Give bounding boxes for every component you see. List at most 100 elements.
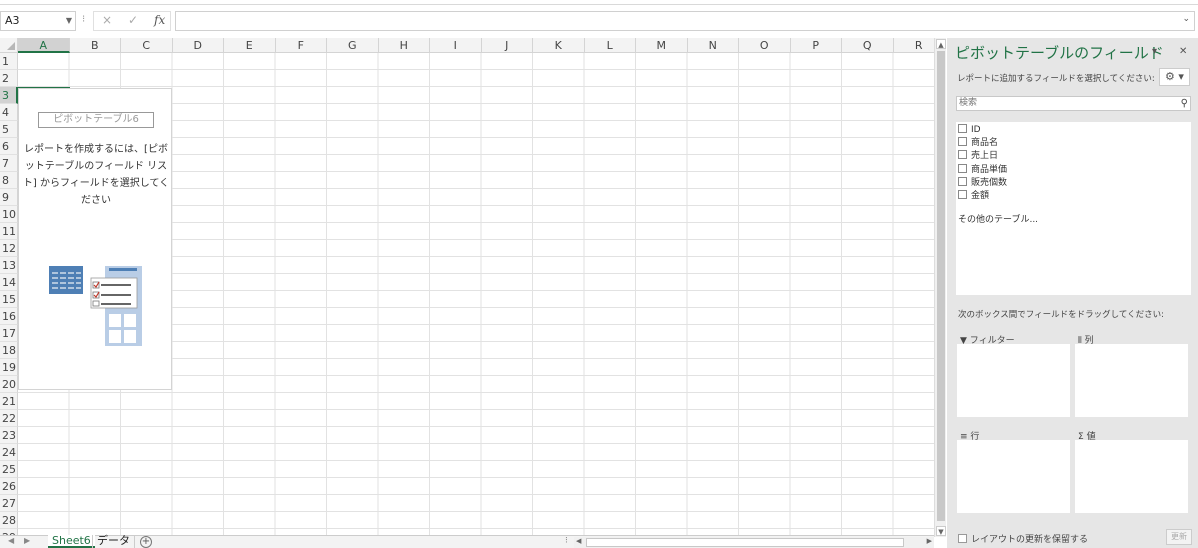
filters-area[interactable]: ▼ フィルター [957,330,1070,420]
expand-formula-bar-icon[interactable]: ⌄ [1182,14,1190,24]
checkbox[interactable] [958,177,967,186]
row-header-11[interactable]: 11 [0,223,18,240]
row-header-20[interactable]: 20 [0,376,18,393]
row-header-10[interactable]: 10 [0,206,18,223]
field-search-input[interactable]: 検索 ⚲ [956,96,1191,111]
column-header-g[interactable]: G [327,38,379,53]
vertical-scrollbar[interactable]: ▲ ▼ [934,38,946,537]
field-item[interactable]: 商品名 [958,137,998,149]
row-header-3[interactable]: 3 [0,87,18,104]
checkbox[interactable] [958,164,967,173]
rows-drop-zone[interactable] [957,440,1070,513]
column-header-n[interactable]: N [687,38,739,53]
tab-scroll-left-icon[interactable]: ◀ [8,536,14,545]
rows-area[interactable]: ≡ 行 [957,426,1070,516]
field-item[interactable]: 販売個数 [958,177,1007,189]
row-header-1[interactable]: 1 [0,53,18,70]
filters-drop-zone[interactable] [957,344,1070,417]
scroll-up-icon[interactable]: ▲ [936,39,946,49]
column-header-q[interactable]: Q [842,38,894,53]
column-header-d[interactable]: D [172,38,224,53]
tab-split-handle-icon[interactable]: ⁝ [565,536,568,546]
column-header-p[interactable]: P [790,38,842,53]
add-sheet-icon[interactable]: + [140,536,152,548]
row-header-15[interactable]: 15 [0,291,18,308]
search-icon[interactable]: ⚲ [1181,97,1188,110]
checkbox[interactable] [958,124,967,133]
row-header-22[interactable]: 22 [0,410,18,427]
field-item[interactable]: 商品単価 [958,164,1007,176]
row-header-4[interactable]: 4 [0,104,18,121]
chevron-down-icon[interactable]: ▾ [1152,46,1157,57]
field-item[interactable]: ID [958,124,981,136]
enter-icon[interactable]: ✓ [128,13,138,27]
field-item[interactable]: 金額 [958,190,989,202]
row-header-5[interactable]: 5 [0,121,18,138]
row-header-24[interactable]: 24 [0,444,18,461]
row-header-18[interactable]: 18 [0,342,18,359]
defer-layout-update[interactable]: レイアウトの更新を保留する [958,532,1088,545]
field-item[interactable]: 売上日 [958,150,998,162]
horizontal-scroll-thumb[interactable] [586,538,904,547]
row-header-19[interactable]: 19 [0,359,18,376]
pivot-table-placeholder[interactable]: ピボットテーブル6 レポートを作成するには、[ピボットテーブルのフィールド リス… [18,88,172,390]
sheet-tab-data[interactable]: データ [92,535,135,548]
column-header-k[interactable]: K [533,38,585,53]
column-header-a[interactable]: A [18,38,70,53]
column-header-j[interactable]: J [481,38,533,53]
insert-function-icon[interactable]: fx [154,13,165,27]
row-header-23[interactable]: 23 [0,427,18,444]
update-button[interactable]: 更新 [1166,529,1192,545]
column-header-r[interactable]: R [893,38,934,53]
vertical-scroll-thumb[interactable] [937,51,945,521]
checkbox[interactable] [958,190,967,199]
checkbox[interactable] [958,137,967,146]
settings-gear-icon[interactable]: ⚙ ▾ [1159,68,1190,86]
column-header-m[interactable]: M [636,38,688,53]
row-header-9[interactable]: 9 [0,189,18,206]
column-header-b[interactable]: B [69,38,121,53]
values-drop-zone[interactable] [1075,440,1188,513]
scroll-right-icon[interactable]: ▶ [927,537,932,545]
values-area[interactable]: Σ 値 [1075,426,1188,516]
row-header-25[interactable]: 25 [0,461,18,478]
column-header-i[interactable]: I [430,38,482,53]
row-header-17[interactable]: 17 [0,325,18,342]
row-header-7[interactable]: 7 [0,155,18,172]
more-tables-link[interactable]: その他のテーブル... [958,212,1038,225]
row-header-14[interactable]: 14 [0,274,18,291]
sheet-tab-sheet6[interactable]: Sheet6 [48,535,95,548]
row-header-8[interactable]: 8 [0,172,18,189]
close-icon[interactable]: ✕ [1179,46,1187,57]
name-box[interactable]: A3 ▼ [0,11,76,31]
cancel-icon[interactable]: × [102,13,112,27]
row-header-26[interactable]: 26 [0,478,18,495]
column-header-o[interactable]: O [739,38,791,53]
chevron-down-icon[interactable]: ▼ [66,12,72,30]
column-header-h[interactable]: H [378,38,430,53]
horizontal-scrollbar[interactable]: ◀ ▶ [574,537,934,548]
columns-area[interactable]: ⫴ 列 [1075,330,1188,420]
row-header-13[interactable]: 13 [0,257,18,274]
select-all-corner[interactable] [0,38,18,53]
row-header-2[interactable]: 2 [0,70,18,87]
formula-input[interactable]: ⌄ [175,11,1195,31]
scroll-left-icon[interactable]: ◀ [576,537,581,545]
row-header-6[interactable]: 6 [0,138,18,155]
row-header-28[interactable]: 28 [0,512,18,529]
column-header-f[interactable]: F [275,38,327,53]
row-header-21[interactable]: 21 [0,393,18,410]
column-header-c[interactable]: C [121,38,173,53]
checkbox[interactable] [958,150,967,159]
row-header-12[interactable]: 12 [0,240,18,257]
tab-scroll-right-icon[interactable]: ▶ [24,536,30,545]
scroll-down-icon[interactable]: ▼ [936,526,946,536]
columns-drop-zone[interactable] [1075,344,1188,417]
worksheet-grid[interactable]: ABCDEFGHIJKLMNOPQR 1 2 3 4 5 6 7 8 9 10 11 12 13 14 15… [0,38,934,537]
checkbox[interactable] [958,534,967,543]
row-header-27[interactable]: 27 [0,495,18,512]
pane-subtitle: レポートに追加するフィールドを選択してください: [957,74,1155,84]
column-header-l[interactable]: L [584,38,636,53]
column-header-e[interactable]: E [224,38,276,53]
row-header-16[interactable]: 16 [0,308,18,325]
